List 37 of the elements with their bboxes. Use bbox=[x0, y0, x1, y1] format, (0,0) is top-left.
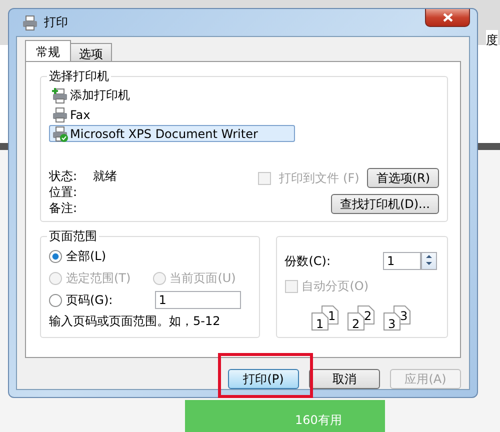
background-text: 160有用 bbox=[185, 400, 385, 432]
radio-label: 选定范围(T) bbox=[66, 270, 131, 286]
radio-button[interactable] bbox=[49, 294, 62, 306]
tab[interactable]: 选项 bbox=[70, 43, 112, 61]
tab[interactable]: 常规 bbox=[25, 40, 71, 61]
status-label: 位置: bbox=[49, 184, 78, 199]
radio-button[interactable] bbox=[49, 250, 62, 262]
status-label: 备注: bbox=[49, 200, 78, 215]
status-label: 状态: bbox=[49, 168, 78, 183]
add-printer-icon bbox=[52, 88, 68, 104]
hint-text: 输入页码或页面范围。如，5-12 bbox=[49, 313, 222, 330]
radio-label: 当前页面(U) bbox=[170, 270, 236, 286]
pages-field[interactable]: 1 bbox=[154, 291, 241, 309]
copies-field[interactable]: 1 bbox=[383, 252, 421, 270]
status-value: 就绪 bbox=[93, 168, 118, 183]
printer-item[interactable]: Fax bbox=[49, 106, 295, 123]
close-icon bbox=[442, 13, 452, 22]
default-printer-icon bbox=[52, 126, 68, 142]
printer-item[interactable]: Microsoft XPS Document Writer bbox=[49, 125, 295, 142]
preferences-button[interactable]: 首选项(R) bbox=[367, 168, 439, 188]
printer-item[interactable]: 添加打印机 bbox=[49, 87, 295, 104]
find-printer-button[interactable]: 查找打印机(D)... bbox=[330, 194, 439, 214]
checkbox-label: 打印到文件 (F) bbox=[279, 170, 360, 186]
printer-icon bbox=[52, 106, 68, 122]
window-title: 打印 bbox=[44, 14, 68, 31]
up-down-arrows-icon bbox=[425, 254, 433, 266]
printer-icon bbox=[22, 14, 38, 30]
checkbox-label: 自动分页(O) bbox=[302, 278, 369, 295]
group-title: 页面范围 bbox=[47, 228, 99, 245]
close-button[interactable] bbox=[425, 9, 470, 27]
spin-button[interactable] bbox=[421, 252, 437, 270]
radio-label: 页码(G): bbox=[66, 292, 113, 308]
group-title: 选择打印机 bbox=[47, 68, 111, 85]
dialog-button[interactable]: 取消 bbox=[309, 369, 380, 389]
radio-label: 全部(L) bbox=[66, 248, 106, 264]
copies-label: 份数(C): bbox=[284, 252, 331, 270]
dialog-button[interactable]: 打印(P) bbox=[228, 369, 299, 389]
